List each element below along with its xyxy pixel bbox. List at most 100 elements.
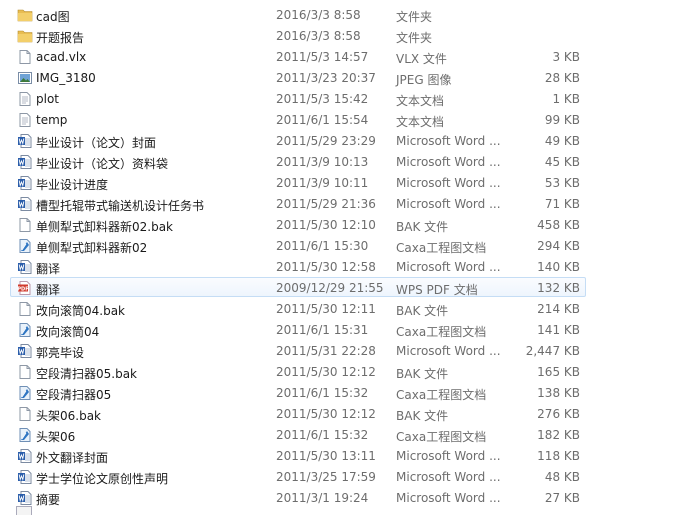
image-file-icon [17,70,33,86]
file-type: VLX 文件 [396,52,447,66]
caxa-file-icon [17,322,33,338]
file-name: 毕业设计（论文）资料袋 [36,157,169,171]
file-size: 49 KB [544,134,580,148]
file-type: Caxa工程图文档 [396,388,487,402]
file-size: 48 KB [544,470,580,484]
file-name: temp [36,113,68,127]
file-type: BAK 文件 [396,409,449,423]
file-row[interactable]: 毕业设计（论文）资料袋 2011/3/9 10:13 Microsoft Word … [10,151,586,171]
file-name: plot [36,92,59,106]
file-size: 53 KB [544,176,580,190]
file-type: Caxa工程图文档 [396,241,487,255]
file-modified-date: 2011/5/3 15:42 [276,92,369,106]
file-size: 28 KB [544,71,580,85]
svg-text:PDF: PDF [17,286,28,292]
file-row[interactable]: 槽型托辊带式输送机设计任务书 2011/5/29 21:36 Microsoft W… [10,193,586,213]
file-type: Microsoft Word ... [396,155,501,169]
blank-file-icon [17,301,33,317]
file-modified-date: 2011/5/30 12:12 [276,407,376,421]
file-row[interactable]: 毕业设计进度 2011/3/9 10:11 Microsoft Word ... 53… [10,172,586,192]
file-name: 开题报告 [36,31,85,45]
file-row[interactable]: 改向滚筒04 2011/6/1 15:31 Caxa工程图文档 141 KB [10,319,586,339]
file-row[interactable]: 空段清扫器05 2011/6/1 15:32 Caxa工程图文档 138 KB [10,382,586,402]
caxa-file-icon [17,385,33,401]
file-modified-date: 2011/5/30 13:11 [276,449,376,463]
file-type: JPEG 图像 [396,73,452,87]
file-row[interactable]: acad.vlx 2011/5/3 14:57 VLX 文件 3 KB [10,46,586,66]
file-row[interactable]: 毕业设计（论文）封面 2011/5/29 23:29 Microsoft Word … [10,130,586,150]
word-doc-icon [17,196,33,212]
file-modified-date: 2011/6/1 15:32 [276,428,369,442]
file-type: BAK 文件 [396,367,449,381]
file-type: 文件夹 [396,31,433,45]
word-doc-icon [17,154,33,170]
word-doc-icon [17,133,33,149]
file-list: cad图 2016/3/3 8:58 文件夹 开题报告 2016/3/3 8:58 文件夹… [0,0,696,513]
file-row[interactable]: PDF 翻译 2009/12/29 21:55 WPS PDF 文档 132 KB [10,277,586,297]
file-row[interactable]: 空段清扫器05.bak 2011/5/30 12:12 BAK 文件 165 KB [10,361,586,381]
file-name: cad图 [36,10,70,24]
blank-file-icon [17,406,33,422]
file-type: Microsoft Word ... [396,260,501,274]
blank-file-icon [17,49,33,65]
file-name: 郭亮毕设 [36,346,85,360]
file-row[interactable]: 改向滚筒04.bak 2011/5/30 12:11 BAK 文件 214 KB [10,298,586,318]
file-name: 单侧犁式卸料器新02 [36,241,148,255]
file-row[interactable]: 郭亮毕设 2011/5/31 22:28 Microsoft Word ... 2,4… [10,340,586,360]
file-modified-date: 2009/12/29 21:55 [276,281,384,295]
file-size: 138 KB [537,386,580,400]
file-modified-date: 2011/6/1 15:30 [276,239,369,253]
file-row[interactable]: 单侧犁式卸料器新02 2011/6/1 15:30 Caxa工程图文档 294 KB [10,235,586,255]
file-row[interactable]: 开题报告 2016/3/3 8:58 文件夹 [10,25,586,45]
file-size: 294 KB [537,239,580,253]
file-size: 140 KB [537,260,580,274]
file-name: 毕业设计进度 [36,178,109,192]
text-file-icon [17,112,33,128]
file-type: Microsoft Word ... [396,491,501,505]
file-row[interactable]: 头架06 2011/6/1 15:32 Caxa工程图文档 182 KB [10,424,586,444]
file-name: 外文翻译封面 [36,451,109,465]
file-row[interactable]: 摘要 2011/3/1 19:24 Microsoft Word ... 27 KB [10,487,586,507]
file-row[interactable]: 外文翻译封面 2011/5/30 13:11 Microsoft Word ... 1… [10,445,586,465]
file-row[interactable]: 头架06.bak 2011/5/30 12:12 BAK 文件 276 KB [10,403,586,423]
file-type: 文本文档 [396,94,445,108]
file-modified-date: 2016/3/3 8:58 [276,8,361,22]
word-doc-icon [17,448,33,464]
file-size: 3 KB [552,50,580,64]
file-modified-date: 2011/6/1 15:54 [276,113,369,127]
file-name: 学士学位论文原创性声明 [36,472,169,486]
file-row[interactable]: plot 2011/5/3 15:42 文本文档 1 KB [10,88,586,108]
file-type: Caxa工程图文档 [396,430,487,444]
file-name: 翻译 [36,283,61,297]
word-doc-icon [17,259,33,275]
file-type: 文件夹 [396,10,433,24]
file-name: 空段清扫器05.bak [36,367,138,381]
file-modified-date: 2011/6/1 15:31 [276,323,369,337]
partial-file-icon [16,506,32,515]
file-size: 71 KB [544,197,580,211]
file-row[interactable]: 单侧犁式卸料器新02.bak 2011/5/30 12:10 BAK 文件 458 K… [10,214,586,234]
file-modified-date: 2011/5/29 21:36 [276,197,376,211]
pdf-file-icon: PDF [17,280,33,296]
file-modified-date: 2011/5/30 12:12 [276,365,376,379]
file-size: 99 KB [544,113,580,127]
file-modified-date: 2011/5/30 12:11 [276,302,376,316]
file-type: Microsoft Word ... [396,344,501,358]
file-size: 165 KB [537,365,580,379]
file-size: 1 KB [552,92,580,106]
file-name: 单侧犁式卸料器新02.bak [36,220,174,234]
file-type: Caxa工程图文档 [396,325,487,339]
file-type: Microsoft Word ... [396,449,501,463]
file-type: BAK 文件 [396,220,449,234]
caxa-file-icon [17,427,33,443]
file-row[interactable]: 学士学位论文原创性声明 2011/3/25 17:59 Microsoft Word… [10,466,586,486]
folder-icon [17,28,33,44]
file-row[interactable]: IMG_3180 2011/3/23 20:37 JPEG 图像 28 KB [10,67,586,87]
file-row[interactable]: temp 2011/6/1 15:54 文本文档 99 KB [10,109,586,129]
file-row[interactable]: cad图 2016/3/3 8:58 文件夹 [10,4,586,24]
folder-icon [17,7,33,23]
file-type: Microsoft Word ... [396,197,501,211]
word-doc-icon [17,490,33,506]
file-size: 276 KB [537,407,580,421]
file-row[interactable]: 翻译 2011/5/30 12:58 Microsoft Word ... 140 K… [10,256,586,276]
